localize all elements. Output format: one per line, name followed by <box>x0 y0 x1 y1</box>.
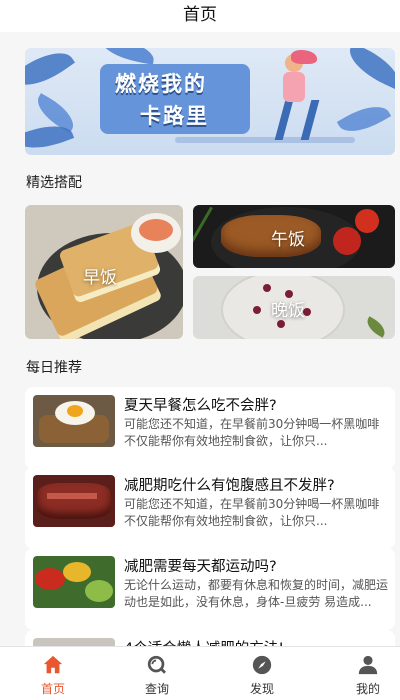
food-image <box>263 284 271 292</box>
article-title: 减肥需要每天都运动吗? <box>124 559 277 575</box>
article-title: 减肥期吃什么有饱腹感且不发胖? <box>124 478 335 494</box>
home-icon <box>43 655 63 674</box>
runner-illustration <box>283 72 305 102</box>
leaf-decoration <box>336 96 392 142</box>
tile-label: 早饭 <box>83 268 117 288</box>
tile-label: 午饭 <box>271 230 305 250</box>
leaf-decoration <box>342 48 395 90</box>
article-summary: 无论什么运动，都要有休息和恢复的时间，减肥运动也是如此，没有休息，身体-旦疲劳 … <box>124 578 389 609</box>
leaf-decoration <box>25 48 76 97</box>
tile-lunch[interactable]: 午饭 <box>193 205 395 268</box>
article-card[interactable]: 夏天早餐怎么吃不会胖? 可能您还不知道，在早餐前30分钟喝一杯黑咖啡不仅能帮你有… <box>25 387 395 469</box>
tab-label: 我的 <box>355 682 380 696</box>
featured-section-title: 精选搭配 <box>26 175 82 191</box>
article-thumbnail <box>33 475 115 527</box>
calorie-banner[interactable]: 燃烧我的 卡路里 <box>25 48 395 155</box>
daily-section-title: 每日推荐 <box>26 360 82 376</box>
food-image <box>277 320 285 328</box>
food-image <box>363 316 389 338</box>
compass-icon <box>252 655 272 675</box>
tab-label: 首页 <box>40 682 65 696</box>
food-image <box>139 219 173 241</box>
page-title: 首页 <box>183 5 217 25</box>
food-image <box>253 306 261 314</box>
article-summary: 可能您还不知道，在早餐前30分钟喝一杯黑咖啡不仅能帮你有效地控制食欲，让你只..… <box>124 497 380 528</box>
user-icon <box>358 655 378 675</box>
banner-headline-2: 卡路里 <box>140 104 209 128</box>
banner-headline-1: 燃烧我的 <box>115 72 207 96</box>
article-thumbnail <box>33 556 115 608</box>
banner-ground <box>175 137 355 143</box>
tile-label: 晚饭 <box>271 301 305 321</box>
article-thumbnail <box>33 395 115 447</box>
food-image <box>355 209 379 233</box>
tab-label: 查询 <box>144 682 169 696</box>
tab-profile[interactable]: 我的 <box>318 647 400 700</box>
top-bar: 首页 <box>0 0 400 32</box>
search-icon <box>147 655 167 674</box>
tab-search[interactable]: 查询 <box>107 647 207 700</box>
tile-breakfast[interactable]: 早饭 <box>25 205 183 339</box>
article-card[interactable]: 减肥需要每天都运动吗? 无论什么运动，都要有休息和恢复的时间，减肥运动也是如此，… <box>25 548 395 630</box>
bottom-tab-bar: 首页 查询 发现 我的 <box>0 646 400 700</box>
leaf-decoration <box>98 48 157 65</box>
food-image <box>333 227 361 255</box>
tab-home[interactable]: 首页 <box>3 647 103 700</box>
article-title: 夏天早餐怎么吃不会胖? <box>124 398 277 414</box>
tab-label: 发现 <box>249 682 274 696</box>
runner-illustration <box>291 50 317 64</box>
tile-dinner[interactable]: 晚饭 <box>193 276 395 339</box>
runner-illustration <box>274 100 320 140</box>
article-summary: 可能您还不知道，在早餐前30分钟喝一杯黑咖啡不仅能帮你有效地控制食欲，让你只..… <box>124 417 380 448</box>
tab-discover[interactable]: 发现 <box>212 647 312 700</box>
article-card[interactable]: 减肥期吃什么有饱腹感且不发胖? 可能您还不知道，在早餐前30分钟喝一杯黑咖啡不仅… <box>25 467 395 549</box>
